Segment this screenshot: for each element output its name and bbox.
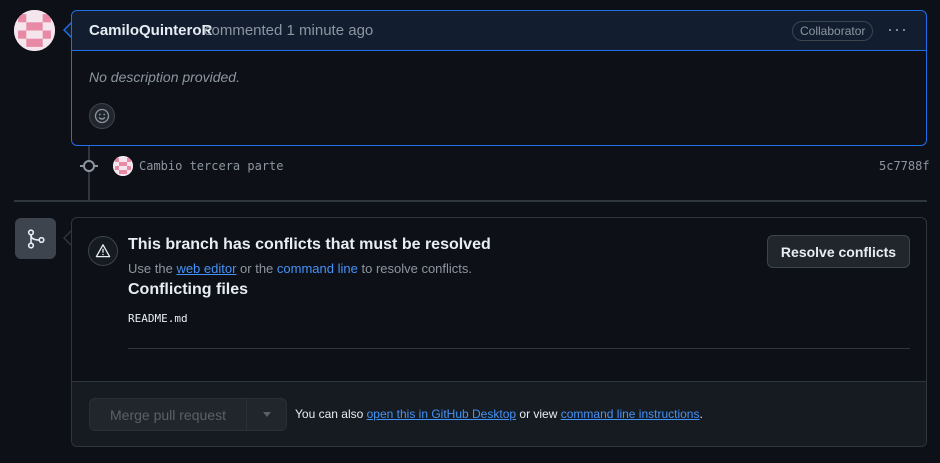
- conflicts-separator: [128, 348, 910, 349]
- collaborator-badge: Collaborator: [792, 21, 874, 41]
- alert-icon-circle: [88, 236, 118, 266]
- comment-header: CamiloQuinteroR commented 1 minute ago C…: [72, 11, 926, 51]
- comment-body: No description provided.: [89, 69, 240, 85]
- commit-sha-link[interactable]: 5c7788f: [879, 159, 930, 173]
- footer-suffix: .: [699, 407, 703, 421]
- web-editor-link[interactable]: web editor: [176, 261, 236, 276]
- conflicting-files-heading: Conflicting files: [128, 281, 248, 298]
- timeline-divider: [14, 200, 927, 202]
- conflict-sub-prefix: Use the: [128, 261, 173, 276]
- add-reaction-button[interactable]: [89, 103, 115, 129]
- conflict-title: This branch has conflicts that must be r…: [128, 236, 491, 253]
- identicon-small-image: [113, 156, 133, 176]
- git-commit-icon: [83, 160, 95, 172]
- identicon-avatar-image: [14, 10, 55, 51]
- footer-prefix: You can also: [295, 407, 364, 421]
- commit-message-link[interactable]: Cambio tercera parte: [139, 159, 284, 173]
- conflict-sub-mid: or the: [240, 261, 274, 276]
- alert-icon: [95, 244, 111, 258]
- merge-footer: Merge pull request You can also open thi…: [72, 381, 926, 446]
- merge-footer-text: You can also open this in GitHub Desktop…: [295, 407, 703, 421]
- kebab-horizontal-icon[interactable]: ···: [887, 19, 908, 40]
- merge-method-dropdown-button: [246, 398, 287, 431]
- conflict-description: Use the web editor or the command line t…: [128, 261, 472, 276]
- author-avatar[interactable]: [14, 10, 55, 51]
- commit-author-avatar[interactable]: [113, 156, 133, 176]
- open-github-desktop-link[interactable]: open this in GitHub Desktop: [367, 407, 516, 421]
- merge-box: This branch has conflicts that must be r…: [71, 217, 927, 447]
- command-line-instructions-link[interactable]: command line instructions: [561, 407, 700, 421]
- footer-mid: or view: [519, 407, 558, 421]
- merge-status-icon-box: [15, 218, 56, 259]
- git-merge-icon: [27, 228, 45, 249]
- merge-pull-request-button: Merge pull request: [89, 398, 247, 431]
- triangle-down-icon: [262, 412, 271, 417]
- timeline-line: [88, 146, 90, 200]
- comment-timestamp[interactable]: commented 1 minute ago: [204, 22, 373, 39]
- conflicting-file-item: README.md: [128, 312, 188, 325]
- conflict-sub-suffix: to resolve conflicts.: [361, 261, 473, 276]
- command-line-link[interactable]: command line: [277, 261, 358, 276]
- resolve-conflicts-button[interactable]: Resolve conflicts: [767, 235, 910, 268]
- comment-author-link[interactable]: CamiloQuinteroR: [89, 22, 212, 39]
- smiley-icon: [94, 108, 110, 124]
- comment-card: CamiloQuinteroR commented 1 minute ago C…: [71, 10, 927, 146]
